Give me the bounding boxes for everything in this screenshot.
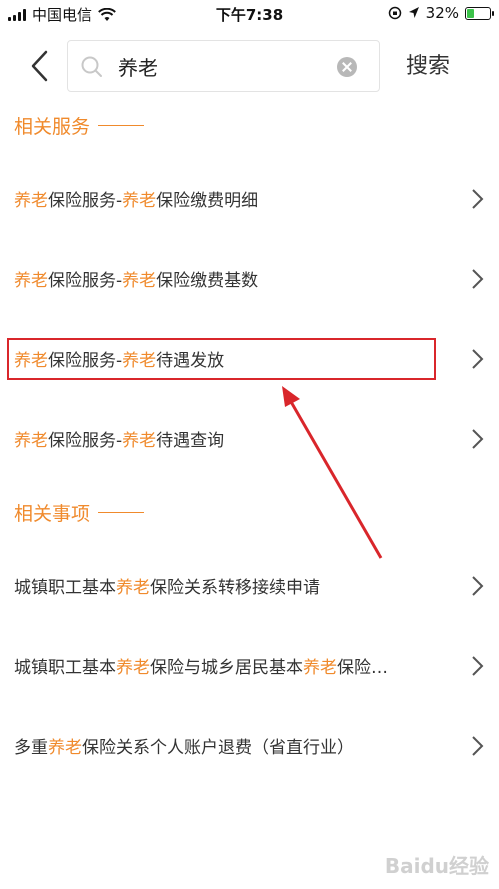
- battery-percent: 32%: [425, 4, 459, 22]
- location-icon: [408, 7, 419, 18]
- row-text-segment: 保险服务-: [48, 431, 123, 451]
- chevron-right-icon: [472, 429, 484, 449]
- row-text-segment: 保险关系个人账户退费（省直行业）: [82, 738, 354, 758]
- chevron-right-icon: [472, 349, 484, 369]
- service-row-label: 养老保险服务-养老保险缴费明细: [14, 186, 444, 211]
- matter-row-label: 城镇职工基本养老保险关系转移接续申请: [14, 573, 444, 598]
- section-title-matters: 相关事项: [14, 499, 145, 526]
- row-text-segment: 待遇查询: [156, 431, 225, 451]
- row-text-segment: 保险…: [337, 658, 388, 678]
- matter-row[interactable]: 多重养老保险关系个人账户退费（省直行业）: [0, 721, 499, 771]
- section-title-matters-label: 相关事项: [14, 503, 91, 525]
- row-text-segment: 城镇职工基本: [14, 578, 116, 598]
- row-text-segment: 保险关系转移接续申请: [150, 578, 320, 598]
- status-bar: 中国电信 下午7:38 32%: [0, 0, 499, 28]
- keyword-highlight: 养老: [14, 271, 48, 291]
- row-text-segment: 多重: [14, 738, 48, 758]
- chevron-right-icon: [472, 576, 484, 596]
- row-text-segment: 保险服务-: [48, 191, 123, 211]
- chevron-right-icon: [472, 656, 484, 676]
- search-box[interactable]: [67, 40, 380, 92]
- row-text-segment: 保险服务-: [48, 271, 123, 291]
- row-text-segment: 保险缴费基数: [156, 271, 259, 291]
- row-text-segment: 保险与城乡居民基本: [150, 658, 303, 678]
- back-button[interactable]: [24, 48, 56, 84]
- service-row[interactable]: 养老保险服务-养老保险缴费明细: [0, 174, 499, 224]
- search-icon: [81, 56, 102, 77]
- row-text-segment: 城镇职工基本: [14, 658, 116, 678]
- section-divider: [98, 125, 145, 126]
- section-divider: [98, 512, 145, 513]
- keyword-highlight: 养老: [14, 191, 48, 211]
- chevron-right-icon: [472, 189, 484, 209]
- chevron-right-icon: [472, 736, 484, 756]
- matter-row[interactable]: 城镇职工基本养老保险与城乡居民基本养老保险…: [0, 641, 499, 691]
- chevron-right-icon: [472, 269, 484, 289]
- battery-level: [467, 8, 475, 18]
- service-row-label: 养老保险服务-养老待遇查询: [14, 426, 444, 451]
- battery-icon: [465, 6, 494, 20]
- keyword-highlight: 养老: [122, 431, 157, 451]
- search-input[interactable]: [118, 51, 338, 81]
- keyword-highlight: 养老: [122, 271, 157, 291]
- service-row-label: 养老保险服务-养老保险缴费基数: [14, 266, 444, 291]
- section-title-services-label: 相关服务: [14, 116, 91, 138]
- keyword-highlight: 养老: [116, 578, 150, 598]
- watermark-logo: Baidu经验: [384, 854, 489, 878]
- row-text-segment: 保险缴费明细: [156, 191, 259, 211]
- keyword-highlight: 养老: [14, 431, 48, 451]
- keyword-highlight: 养老: [122, 191, 157, 211]
- annotation-highlight-box: [7, 338, 436, 380]
- status-right: 32%: [388, 4, 494, 22]
- keyword-highlight: 养老: [116, 658, 150, 678]
- matter-row-label: 多重养老保险关系个人账户退费（省直行业）: [14, 733, 444, 758]
- matter-row-label: 城镇职工基本养老保险与城乡居民基本养老保险…: [14, 653, 444, 678]
- orientation-lock-icon: [388, 6, 401, 20]
- service-row[interactable]: 养老保险服务-养老保险缴费基数: [0, 254, 499, 304]
- service-row[interactable]: 养老保险服务-养老待遇查询: [0, 414, 499, 464]
- matter-row[interactable]: 城镇职工基本养老保险关系转移接续申请: [0, 561, 499, 611]
- keyword-highlight: 养老: [48, 738, 82, 758]
- search-button[interactable]: 搜索: [406, 48, 450, 80]
- keyword-highlight: 养老: [303, 658, 337, 678]
- clear-icon[interactable]: [337, 57, 357, 77]
- section-title-services: 相关服务: [14, 112, 145, 139]
